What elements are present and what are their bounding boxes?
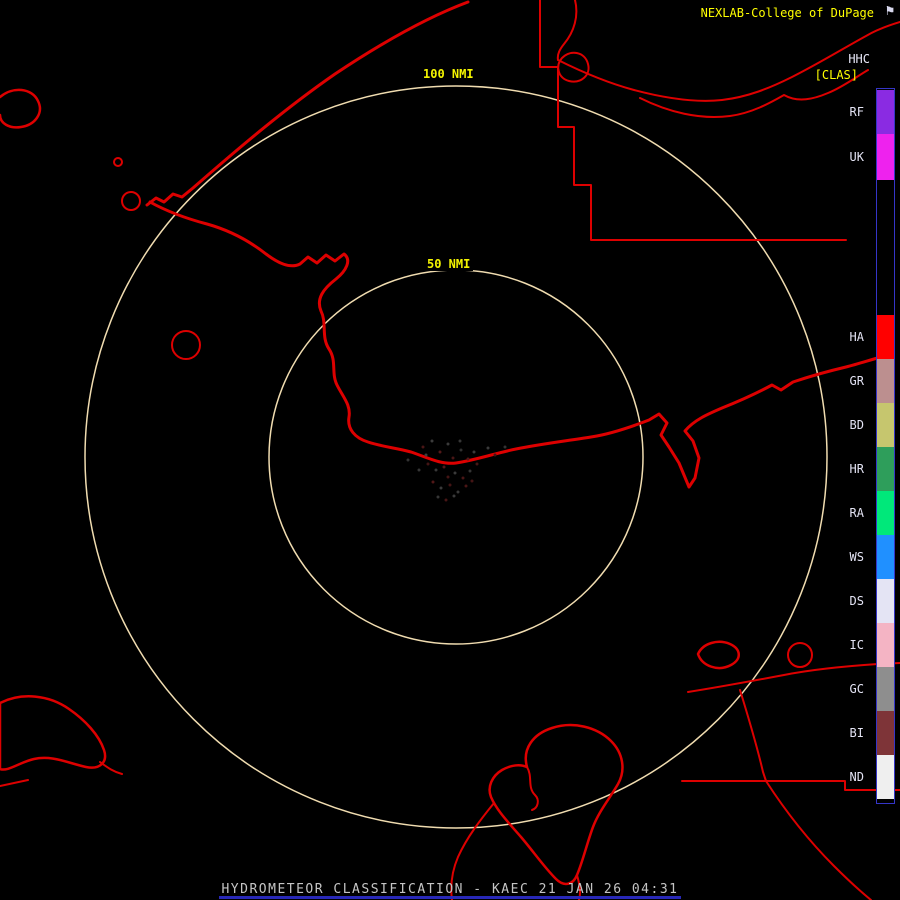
legend-color-uk <box>877 134 894 180</box>
product-status-text: HYDROMETEOR CLASSIFICATION - KAEC 21 JAN… <box>221 882 679 897</box>
legend-label-rf: RF <box>849 105 864 119</box>
legend-label-ic: IC <box>849 638 864 652</box>
range-rings <box>84 85 828 829</box>
legend-color-bd <box>877 403 894 447</box>
legend-color-ds <box>877 579 894 623</box>
product-code-label: HHC <box>848 52 870 66</box>
legend-color-gc <box>877 667 894 711</box>
island-bottom-center <box>488 723 624 886</box>
circle-feature-right <box>787 642 813 668</box>
legend-color-bar <box>876 88 895 804</box>
boundary-bottom-right-step <box>681 780 900 791</box>
radar-display: 100 NMI 50 NMI NEXLAB-College of DuPage … <box>0 0 900 900</box>
map-boundaries <box>0 0 900 900</box>
range-ring-label-100: 100 NMI <box>420 67 477 81</box>
line-bottom-left-1 <box>99 761 123 775</box>
range-ring-100nmi <box>84 85 828 829</box>
island-inner-detail <box>526 766 539 811</box>
classification-mode-label: [CLAS] <box>814 68 858 82</box>
state-boundary-steps <box>539 0 847 241</box>
line-bottom-left-2 <box>0 779 29 787</box>
legend-color-ra <box>877 491 894 535</box>
legend-label-hr: HR <box>849 462 864 476</box>
circle-feature-top-left <box>121 191 141 211</box>
river-top-right-2 <box>556 0 578 61</box>
lake-bottom-right <box>696 640 740 670</box>
legend-color-rf <box>877 90 894 134</box>
legend-label-uk: UK <box>849 150 864 164</box>
legend-color-ha <box>877 315 894 359</box>
nexlab-logo-icon: ⚑ <box>885 3 894 19</box>
legend-label-ha: HA <box>849 330 864 344</box>
island-bottom-left <box>0 695 107 771</box>
coastline-main <box>148 200 883 489</box>
legend-color-ws <box>877 535 894 579</box>
legend-color-hr <box>877 447 894 491</box>
legend-color-bi <box>877 711 894 755</box>
legend-label-ws: WS <box>849 550 864 564</box>
coastline-top-arc <box>145 0 470 207</box>
legend-color-nd <box>877 755 894 799</box>
range-ring-label-50: 50 NMI <box>424 257 474 271</box>
boundary-bottom-right-vertical <box>739 689 767 782</box>
legend-label-bi: BI <box>849 726 864 740</box>
legend-color-ic <box>877 623 894 667</box>
legend-label-ra: RA <box>849 506 864 520</box>
legend-label-gc: GC <box>849 682 864 696</box>
circle-feature-mid-left <box>171 330 201 360</box>
legend-label-gr: GR <box>849 374 864 388</box>
small-feature-top-left <box>113 157 123 167</box>
legend-label-nd: ND <box>849 770 864 784</box>
radar-map <box>0 0 900 900</box>
legend-label-ds: DS <box>849 594 864 608</box>
radar-echoes <box>406 439 507 502</box>
brand-text: NEXLAB-College of DuPage <box>700 6 874 20</box>
bottom-divider-line <box>219 896 681 899</box>
legend-color-gr <box>877 359 894 403</box>
legend-label-bd: BD <box>849 418 864 432</box>
island-top-left <box>0 88 42 129</box>
